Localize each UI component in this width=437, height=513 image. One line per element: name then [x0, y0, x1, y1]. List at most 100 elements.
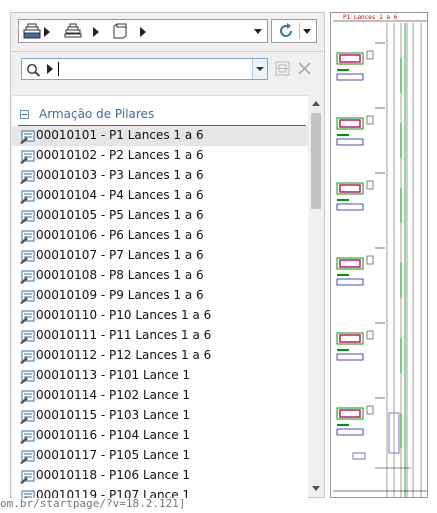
section-bars: [339, 54, 361, 63]
drawing-sheet-icon: [20, 409, 35, 424]
tree-item[interactable]: 00010115 - P103 Lance 1: [12, 406, 308, 426]
drawing-sheet-icon: [20, 189, 35, 204]
detail-block: [366, 180, 374, 190]
search-icon[interactable]: [26, 62, 42, 81]
tree-item[interactable]: 00010112 - P12 Lances 1 a 6: [12, 346, 308, 366]
drawing-browser-panel: Armação de Pilares 00010101 - P1 Lances …: [10, 12, 325, 498]
drawing-sheet-icon: [20, 149, 35, 164]
tree-item-label[interactable]: 00010105 - P5 Lances 1 a 6: [36, 208, 204, 222]
breadcrumb-separator-icon: [93, 27, 99, 37]
filter-disabled-icon[interactable]: [273, 59, 293, 79]
chevron-down-icon[interactable]: [303, 29, 311, 34]
tree-item-label[interactable]: 00010106 - P6 Lances 1 a 6: [36, 228, 204, 242]
detail-block: [366, 405, 374, 415]
tree-item[interactable]: 00010106 - P6 Lances 1 a 6: [12, 226, 308, 246]
refresh-button[interactable]: [271, 19, 317, 43]
scroll-up-icon[interactable]: [312, 101, 320, 106]
detail-block: [366, 115, 374, 125]
tree-item[interactable]: 00010113 - P101 Lance 1: [12, 366, 308, 386]
tree-group-label[interactable]: Armação de Pilares: [39, 107, 154, 121]
rebar-schedule: [336, 278, 364, 286]
floor-icon[interactable]: [64, 23, 82, 39]
section-bars: [339, 409, 361, 418]
tree-item-label[interactable]: 00010115 - P103 Lance 1: [36, 408, 190, 422]
drawing-sheet-icon: [20, 369, 35, 384]
tree-item-label[interactable]: 00010101 - P1 Lances 1 a 6: [36, 128, 204, 142]
tree-item[interactable]: 00010107 - P7 Lances 1 a 6: [12, 246, 308, 266]
divider: [299, 23, 300, 39]
breadcrumb[interactable]: [18, 19, 268, 43]
tree-item-label[interactable]: 00010103 - P3 Lances 1 a 6: [36, 168, 204, 182]
chevron-down-icon[interactable]: [249, 20, 267, 42]
tree-item[interactable]: 00010118 - P106 Lance 1: [12, 466, 308, 486]
tree-item-label[interactable]: 00010111 - P11 Lances 1 a 6: [36, 328, 211, 342]
tree-item-label[interactable]: 00010112 - P12 Lances 1 a 6: [36, 348, 211, 362]
section-bars: [339, 259, 361, 268]
detail-block: [352, 452, 366, 460]
tree-item[interactable]: 00010103 - P3 Lances 1 a 6: [12, 166, 308, 186]
tree-item[interactable]: 00010117 - P105 Lance 1: [12, 446, 308, 466]
drawing-sheet-icon: [20, 169, 35, 184]
tree-item-label[interactable]: 00010109 - P9 Lances 1 a 6: [36, 288, 204, 302]
rebar-schedule: [336, 138, 364, 146]
breadcrumb-separator-icon: [44, 27, 50, 37]
tree-item-label[interactable]: 00010102 - P2 Lances 1 a 6: [36, 148, 204, 162]
drawing-sheet-icon: [20, 469, 35, 484]
collapse-icon[interactable]: [20, 110, 29, 119]
drawing-sheet-icon: [20, 329, 35, 344]
drawing-sheet-icon: [20, 209, 35, 224]
tree-item[interactable]: 00010110 - P10 Lances 1 a 6: [12, 306, 308, 326]
drawing-sheet-icon: [20, 429, 35, 444]
clear-icon[interactable]: [295, 59, 315, 79]
tree-item-label[interactable]: 00010114 - P102 Lance 1: [36, 388, 190, 402]
tree-item-label[interactable]: 00010116 - P104 Lance 1: [36, 428, 190, 442]
section-bars: [339, 119, 361, 128]
tree-item-label[interactable]: 00010117 - P105 Lance 1: [36, 448, 190, 462]
text-cursor: [58, 62, 59, 76]
drawing-sheet-icon: [20, 289, 35, 304]
detail-block: [366, 330, 374, 340]
tree-item-label[interactable]: 00010108 - P8 Lances 1 a 6: [36, 268, 204, 282]
rebar-schedule: [336, 73, 364, 81]
scrollbar-thumb[interactable]: [311, 113, 321, 209]
tree-item[interactable]: 00010109 - P9 Lances 1 a 6: [12, 286, 308, 306]
drawing-sheet-icon: [20, 249, 35, 264]
drawing-sheet-icon: [20, 389, 35, 404]
tree-item[interactable]: 00010102 - P2 Lances 1 a 6: [12, 146, 308, 166]
detail-block: [366, 255, 374, 265]
tree-item[interactable]: 00010101 - P1 Lances 1 a 6: [12, 126, 308, 146]
refresh-icon[interactable]: [277, 22, 295, 44]
section-bars: [339, 334, 361, 343]
document-icon[interactable]: [111, 23, 129, 39]
drawing-sheet-icon: [20, 449, 35, 464]
drawing-preview[interactable]: P1 Lances 1 a 6: [330, 12, 428, 498]
tree-items: 00010101 - P1 Lances 1 a 6 00010102 - P2 …: [12, 126, 308, 498]
drawing-sheet-icon: [20, 349, 35, 364]
vertical-scrollbar[interactable]: [308, 95, 324, 497]
tree-item-label[interactable]: 00010107 - P7 Lances 1 a 6: [36, 248, 204, 262]
tree-item[interactable]: 00010104 - P4 Lances 1 a 6: [12, 186, 308, 206]
tree-item[interactable]: 00010114 - P102 Lance 1: [12, 386, 308, 406]
rebar-schedule: [336, 428, 364, 436]
divider: [12, 51, 323, 52]
tree-item-label[interactable]: 00010118 - P106 Lance 1: [36, 468, 190, 482]
tree-group-header[interactable]: Armação de Pilares: [18, 106, 306, 126]
drawing-tree: Armação de Pilares 00010101 - P1 Lances …: [12, 95, 308, 498]
tree-item[interactable]: 00010116 - P104 Lance 1: [12, 426, 308, 446]
tree-item-label[interactable]: 00010104 - P4 Lances 1 a 6: [36, 188, 204, 202]
drawing-sheet-icon: [20, 269, 35, 284]
drawing-sheet-icon: [20, 309, 35, 324]
building-icon[interactable]: [23, 23, 41, 39]
section-bars: [339, 184, 361, 193]
drawing-sheet-icon: [20, 229, 35, 244]
search-input[interactable]: [57, 60, 247, 78]
tree-item[interactable]: 00010111 - P11 Lances 1 a 6: [12, 326, 308, 346]
tree-item-label[interactable]: 00010113 - P101 Lance 1: [36, 368, 190, 382]
tree-item-label[interactable]: 00010110 - P10 Lances 1 a 6: [36, 308, 211, 322]
tree-item[interactable]: 00010108 - P8 Lances 1 a 6: [12, 266, 308, 286]
search-options-arrow-icon[interactable]: [47, 64, 53, 74]
scroll-down-icon[interactable]: [312, 486, 320, 491]
tree-item[interactable]: 00010105 - P5 Lances 1 a 6: [12, 206, 308, 226]
search-dropdown-button[interactable]: [252, 59, 267, 79]
search-box[interactable]: [21, 58, 268, 80]
